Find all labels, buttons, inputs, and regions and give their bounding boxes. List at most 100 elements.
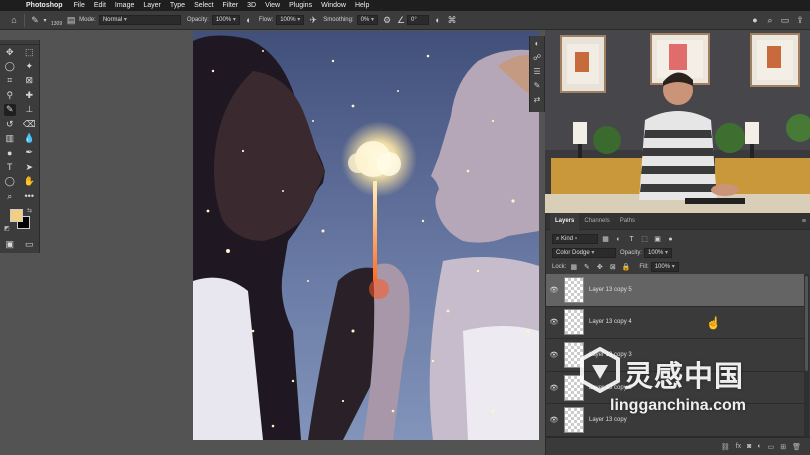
dodge-tool-icon[interactable]: ● <box>4 147 16 159</box>
more-tools-icon[interactable]: ••• <box>23 190 35 202</box>
layer-thumbnail[interactable] <box>564 309 584 336</box>
menu-image[interactable]: Image <box>115 2 134 9</box>
smoothing-gear-icon[interactable]: ⚙ <box>381 14 393 26</box>
gradient-tool-icon[interactable]: ▥ <box>4 133 16 145</box>
hand-tool-icon[interactable]: ✋ <box>23 176 35 188</box>
marquee-tool-icon[interactable]: ⬚ <box>23 46 35 58</box>
foreground-color-swatch[interactable] <box>10 209 23 223</box>
tab-layers[interactable]: Layers <box>550 212 580 230</box>
lock-position-icon[interactable]: ✥ <box>594 262 605 272</box>
shape-tool-icon[interactable]: ◯ <box>4 176 16 188</box>
swap-colors-icon[interactable]: ⇆ <box>27 207 32 214</box>
eraser-tool-icon[interactable]: ⌫ <box>23 118 36 130</box>
document-canvas[interactable] <box>193 31 539 440</box>
brush-settings-icon[interactable]: ▤ <box>65 14 77 26</box>
brush-tool-icon[interactable]: ✎ <box>29 14 41 26</box>
layer-row[interactable]: 👁 Layer 13 copy <box>546 404 804 437</box>
flow-field[interactable]: 100% <box>276 15 305 25</box>
tab-paths[interactable]: Paths <box>615 213 640 230</box>
layer-opacity-field[interactable]: 100% <box>644 248 673 258</box>
filter-type-icon[interactable]: T <box>626 234 637 244</box>
eyedropper-tool-icon[interactable]: ⚲ <box>4 89 16 101</box>
blend-mode-select[interactable]: Color Dodge <box>552 248 616 258</box>
paths-panel-icon[interactable]: ⇄ <box>530 92 544 106</box>
layer-name[interactable]: Layer 13 copy 4 <box>589 319 632 325</box>
symmetry-icon[interactable]: ⌘ <box>446 14 458 26</box>
scrollbar-thumb[interactable] <box>805 276 808 371</box>
user-icon[interactable]: ● <box>749 14 761 26</box>
brush-panel-icon[interactable]: ✎ <box>530 78 544 92</box>
lock-transparent-icon[interactable]: ▦ <box>568 262 579 272</box>
pressure-opacity-icon[interactable]: ◐ <box>243 14 255 26</box>
filter-pixel-icon[interactable]: ▦ <box>600 234 611 244</box>
move-tool-icon[interactable]: ✥ <box>4 46 16 58</box>
fill-field[interactable]: 100% <box>650 262 679 272</box>
visibility-eye-icon[interactable]: 👁 <box>546 416 562 424</box>
pen-tool-icon[interactable]: ✒ <box>23 147 35 159</box>
pressure-size-icon[interactable]: ◐ <box>432 14 444 26</box>
filter-adjustment-icon[interactable]: ◐ <box>613 234 624 244</box>
menu-filter[interactable]: Filter <box>223 2 239 9</box>
menu-edit[interactable]: Edit <box>94 2 106 9</box>
filter-kind-select[interactable]: ⌕ Kind <box>552 234 598 244</box>
default-colors-icon[interactable]: ◩ <box>4 225 10 232</box>
menu-type[interactable]: Type <box>170 2 185 9</box>
menu-file[interactable]: File <box>74 2 85 9</box>
color-panel-icon[interactable]: ◐ <box>530 36 544 50</box>
layer-name[interactable]: Layer 13 copy 2 <box>589 385 632 391</box>
quick-mask-icon[interactable]: ▣ <box>4 238 16 250</box>
layer-name[interactable]: Layer 13 copy <box>589 417 627 423</box>
delete-layer-icon[interactable]: 🗑 <box>792 443 801 451</box>
link-layers-icon[interactable]: ⛓ <box>721 443 730 451</box>
lock-image-icon[interactable]: ✎ <box>581 262 592 272</box>
adjustment-layer-icon[interactable]: ◐ <box>757 443 761 450</box>
zoom-tool-icon[interactable]: ⌕ <box>4 190 16 202</box>
airbrush-icon[interactable]: ✈ <box>307 14 319 26</box>
blur-tool-icon[interactable]: 💧 <box>23 133 35 145</box>
healing-tool-icon[interactable]: ✚ <box>23 89 35 101</box>
smoothing-field[interactable]: 0% <box>356 15 378 25</box>
lock-artboard-icon[interactable]: ⊠ <box>607 262 618 272</box>
layer-thumbnail[interactable] <box>564 276 584 303</box>
layer-name[interactable]: Layer 13 copy 5 <box>589 287 632 293</box>
visibility-eye-icon[interactable]: 👁 <box>546 286 562 294</box>
layer-row[interactable]: 👁 Layer 13 copy 2 <box>546 372 804 405</box>
frame-tool-icon[interactable]: ⊠ <box>23 75 35 87</box>
path-selection-tool-icon[interactable]: ➤ <box>23 161 35 173</box>
menu-app-name[interactable]: Photoshop <box>26 2 63 9</box>
tab-channels[interactable]: Channels <box>579 213 614 230</box>
opacity-field[interactable]: 100% <box>211 15 240 25</box>
layer-row[interactable]: 👁 Layer 13 copy 5 <box>546 274 804 307</box>
layer-thumbnail[interactable] <box>564 407 584 434</box>
brush-preset-icon[interactable]: ▾ <box>41 14 49 26</box>
lock-all-icon[interactable]: 🔒 <box>620 262 631 272</box>
home-icon[interactable]: ⌂ <box>8 14 20 26</box>
brush-tool-icon[interactable]: ✎ <box>3 103 16 116</box>
menu-select[interactable]: Select <box>194 2 213 9</box>
filter-shape-icon[interactable]: ⬚ <box>639 234 650 244</box>
layer-name[interactable]: Layer 13 copy 3 <box>589 352 632 358</box>
menu-plugins[interactable]: Plugins <box>289 2 312 9</box>
screen-mode-icon[interactable]: ▭ <box>23 238 35 250</box>
filter-smart-object-icon[interactable]: ▣ <box>652 234 663 244</box>
search-icon[interactable]: ⌕ <box>764 14 776 26</box>
panel-menu-icon[interactable]: ≡ <box>802 218 806 225</box>
visibility-eye-icon[interactable]: 👁 <box>546 351 562 359</box>
visibility-eye-icon[interactable]: 👁 <box>546 318 562 326</box>
properties-panel-icon[interactable]: ☰ <box>530 64 544 78</box>
new-group-icon[interactable]: ▭ <box>768 443 775 451</box>
menu-view[interactable]: View <box>265 2 280 9</box>
magic-wand-tool-icon[interactable]: ✦ <box>23 61 35 73</box>
menu-window[interactable]: Window <box>321 2 346 9</box>
share-icon[interactable]: ⇪ <box>794 14 806 26</box>
angle-icon[interactable]: ∠ <box>395 14 407 26</box>
layer-style-icon[interactable]: fx <box>736 443 741 450</box>
stamp-tool-icon[interactable]: ⊥ <box>23 104 35 116</box>
history-brush-tool-icon[interactable]: ↺ <box>4 118 16 130</box>
workspace-icon[interactable]: ▭ <box>779 14 791 26</box>
new-layer-icon[interactable]: ⊞ <box>780 443 786 451</box>
menu-help[interactable]: Help <box>355 2 369 9</box>
type-tool-icon[interactable]: T <box>4 161 16 173</box>
lasso-tool-icon[interactable]: ◯ <box>4 61 16 73</box>
apple-icon[interactable] <box>10 2 18 10</box>
